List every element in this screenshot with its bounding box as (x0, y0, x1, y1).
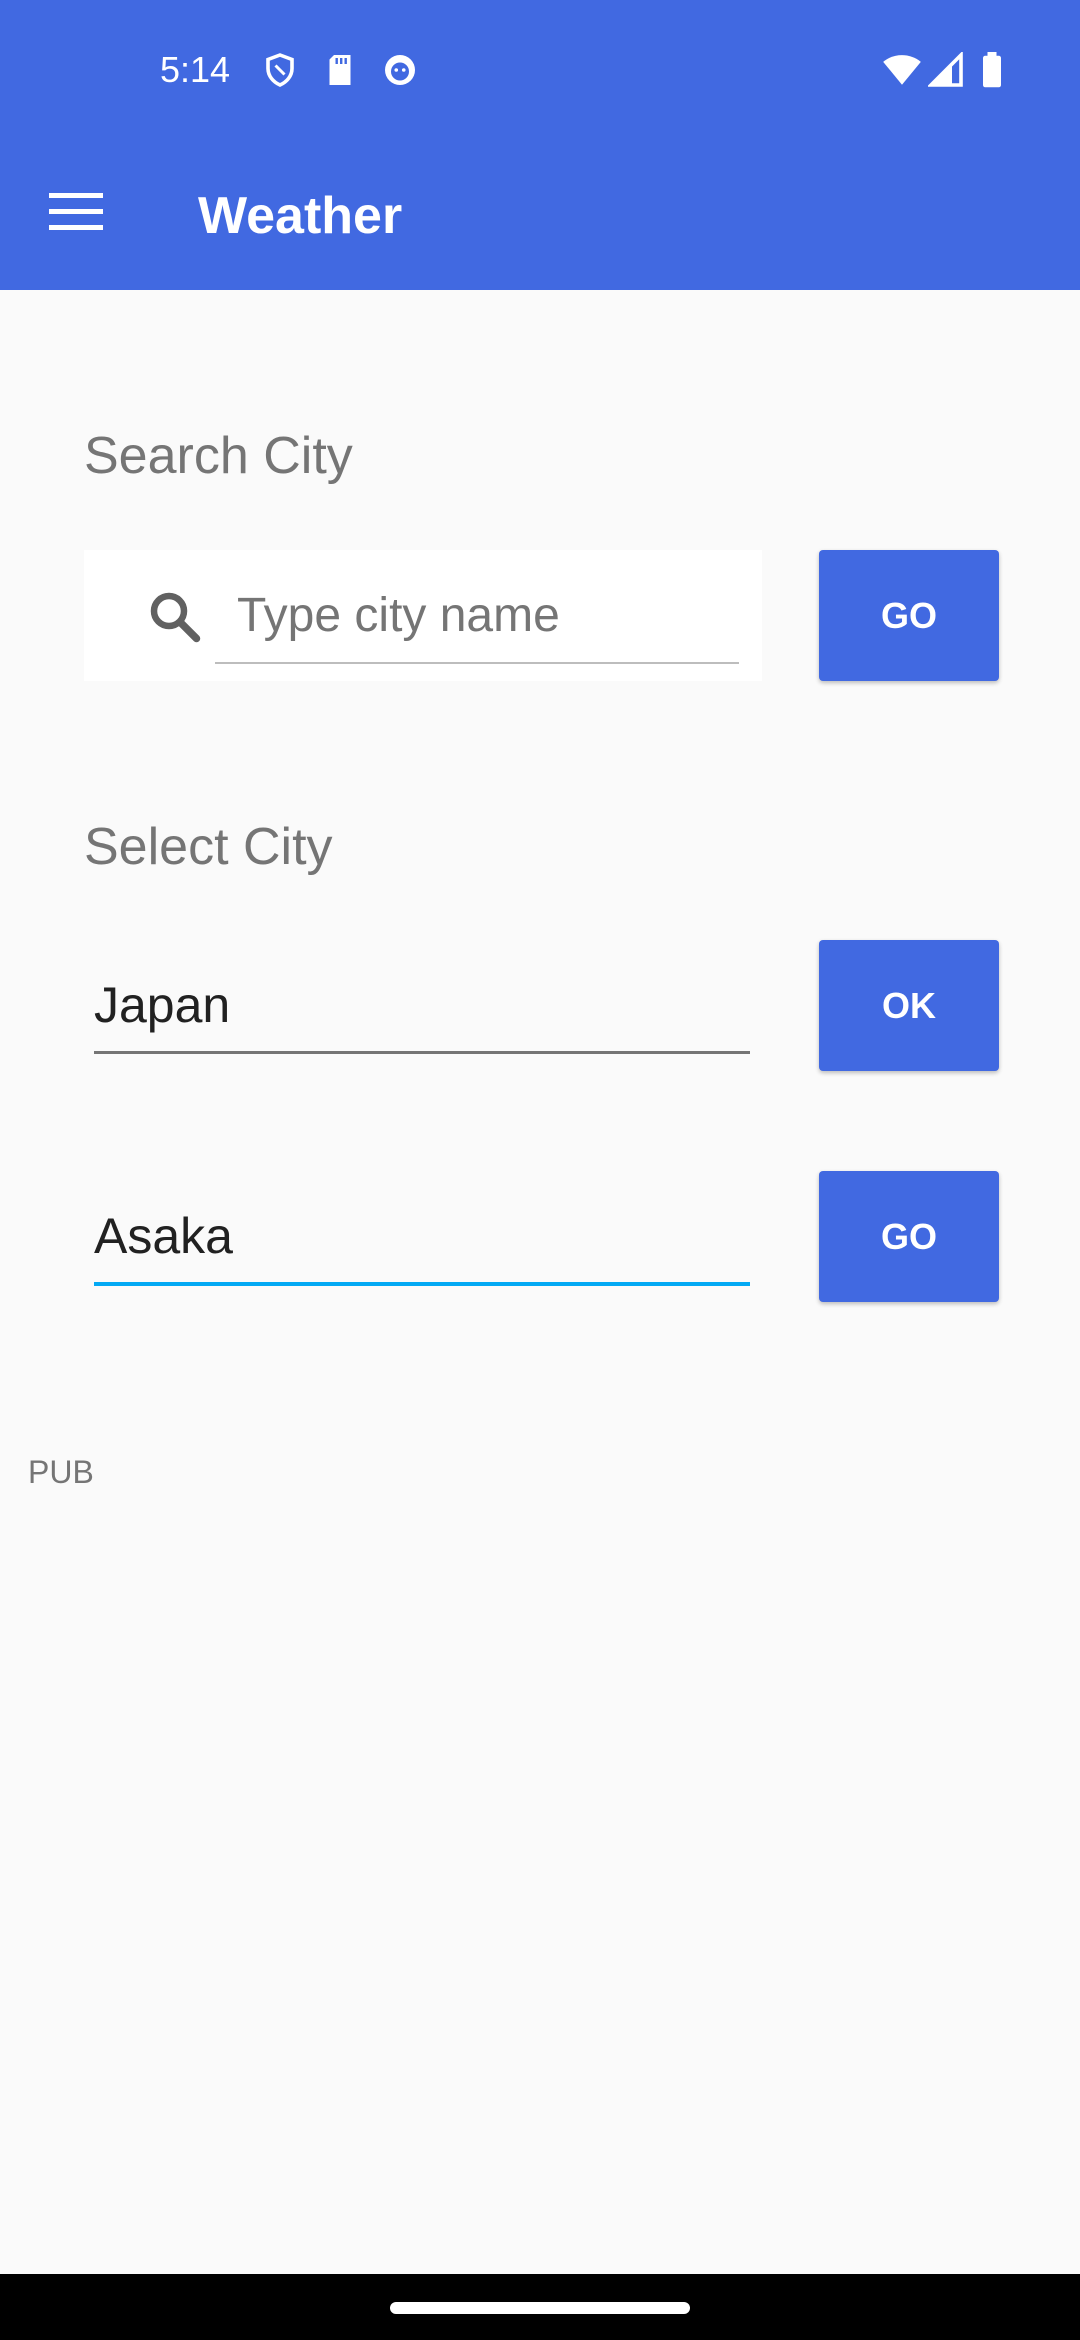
search-input[interactable] (215, 568, 739, 664)
sd-card-icon (322, 52, 358, 88)
app-title: Weather (198, 187, 403, 245)
search-city-title: Search City (84, 427, 353, 485)
battery-icon (978, 52, 1006, 88)
shield-icon (262, 52, 298, 88)
wifi-icon (882, 52, 922, 88)
cell-signal-icon (926, 50, 964, 88)
navigation-bar (0, 2274, 1080, 2340)
city-go-button[interactable]: GO (819, 1171, 999, 1302)
search-go-button[interactable]: GO (819, 550, 999, 681)
screen: 5:14 Weather Search City Type city name … (0, 0, 1080, 2340)
search-card (84, 550, 762, 681)
country-ok-button[interactable]: OK (819, 940, 999, 1071)
hamburger-menu-icon[interactable] (36, 172, 116, 252)
status-time: 5:14 (160, 49, 231, 90)
face-icon (382, 52, 418, 88)
home-gesture-handle[interactable] (390, 2302, 690, 2314)
app-bar: Weather (0, 142, 1080, 290)
country-field[interactable] (94, 958, 750, 1054)
status-bar: 5:14 (0, 0, 1080, 142)
select-city-title: Select City (84, 818, 333, 876)
ad-label: PUB (28, 1454, 94, 1490)
city-field[interactable] (94, 1190, 750, 1286)
search-icon (144, 586, 204, 646)
